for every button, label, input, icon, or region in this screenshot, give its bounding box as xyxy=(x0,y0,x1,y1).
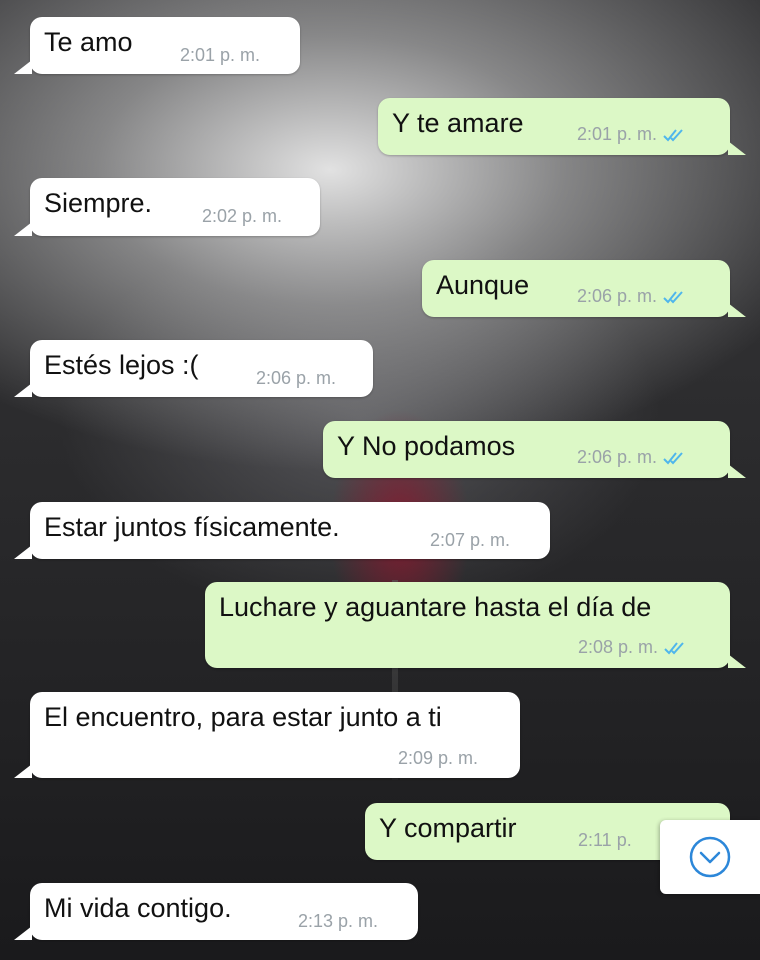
chat-background: Te amo 2:01 p. m. Y te amare 2:01 p. m. … xyxy=(0,0,760,960)
double-check-icon xyxy=(663,451,683,464)
message-bubble-outgoing[interactable]: Luchare y aguantare hasta el día de 2:08… xyxy=(205,582,746,668)
message-text: Estar juntos físicamente. xyxy=(44,512,340,542)
message-time: 2:13 p. m. xyxy=(298,911,379,931)
message-text: Y No podamos xyxy=(337,431,516,461)
message-meta: 2:06 p. m. xyxy=(577,286,685,307)
message-meta: 2:06 p. m. xyxy=(577,447,685,468)
message-text: Te amo xyxy=(44,27,133,57)
message-text: Estés lejos :( xyxy=(44,350,199,380)
message-time: 2:11 p. xyxy=(578,830,632,850)
message-text: Y compartir xyxy=(379,813,517,843)
message-text: Luchare y aguantare hasta el día de xyxy=(219,592,652,622)
message-bubble-incoming[interactable]: Siempre. 2:02 p. m. xyxy=(14,178,320,236)
message-bubble-incoming[interactable]: El encuentro, para estar junto a ti 2:09… xyxy=(14,692,520,778)
message-time: 2:06 p. m. xyxy=(577,447,658,467)
scroll-to-bottom-button[interactable] xyxy=(660,820,760,894)
message-bubble-incoming[interactable]: Estés lejos :( 2:06 p. m. xyxy=(14,340,373,397)
message-bubble-incoming[interactable]: Mi vida contigo. 2:13 p. m. xyxy=(14,883,418,940)
message-bubble-incoming[interactable]: Te amo 2:01 p. m. xyxy=(14,17,300,74)
message-time: 2:08 p. m. xyxy=(578,637,659,657)
message-bubble-incoming[interactable]: Estar juntos físicamente. 2:07 p. m. xyxy=(14,502,550,559)
message-meta: 2:08 p. m. xyxy=(578,637,686,658)
double-check-icon xyxy=(663,128,683,141)
message-time: 2:02 p. m. xyxy=(202,206,283,226)
message-time: 2:06 p. m. xyxy=(577,286,658,306)
message-bubble-outgoing[interactable]: Y No podamos 2:06 p. m. xyxy=(323,421,746,478)
message-time: 2:09 p. m. xyxy=(398,748,479,768)
message-bubble-outgoing[interactable]: Y te amare 2:01 p. m. xyxy=(378,98,746,155)
message-text: Mi vida contigo. xyxy=(44,893,232,923)
message-text: Siempre. xyxy=(44,188,153,218)
message-time: 2:01 p. m. xyxy=(180,45,261,65)
double-check-icon xyxy=(663,290,683,303)
message-bubble-outgoing[interactable]: Aunque 2:06 p. m. xyxy=(422,260,746,317)
double-check-icon xyxy=(664,641,684,654)
message-text: El encuentro, para estar junto a ti xyxy=(44,702,442,732)
message-text: Aunque xyxy=(436,270,530,300)
message-text: Y te amare xyxy=(392,108,524,138)
message-time: 2:01 p. m. xyxy=(577,124,658,144)
message-time: 2:07 p. m. xyxy=(430,530,511,550)
message-meta: 2:01 p. m. xyxy=(577,124,685,145)
chevron-down-circle-icon xyxy=(689,836,731,878)
message-time: 2:06 p. m. xyxy=(256,368,337,388)
